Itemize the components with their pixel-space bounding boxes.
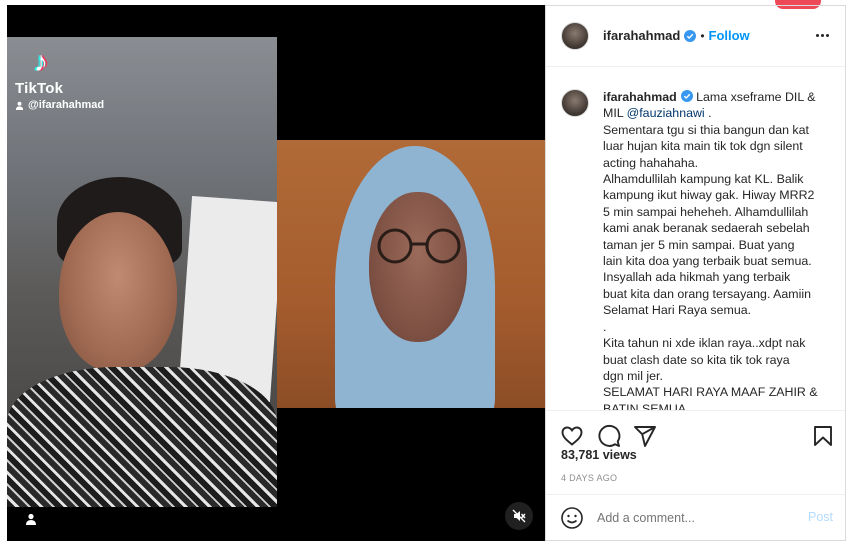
- caption-line: kampung ikut hiway gak. Hiway MRR2: [603, 188, 815, 203]
- comment-bar: Post: [546, 494, 846, 541]
- emoji-icon[interactable]: [560, 506, 584, 530]
- avatar[interactable]: [561, 89, 589, 117]
- video-right-clip: [277, 140, 545, 408]
- post-timestamp[interactable]: 4 DAYS AGO: [561, 473, 617, 483]
- caption-text: ifarahahmad Lama xseframe DIL & MIL @fau…: [603, 89, 821, 410]
- caption-line: lain kita doa yang terbaik buat semua.: [603, 254, 812, 269]
- caption-line: Kita tahun ni xde iklan raya..xdpt nak: [603, 336, 806, 351]
- bookmark-icon[interactable]: [811, 424, 835, 448]
- verified-badge-icon: [684, 29, 697, 42]
- caption-line: .: [704, 106, 712, 121]
- tiktok-username: @ifarahahmad: [28, 99, 105, 111]
- caption-rest: Sementara tgu si thia bangun dan kat luar…: [603, 122, 821, 410]
- person-shirt: [7, 367, 277, 507]
- follow-button[interactable]: Follow: [709, 28, 750, 43]
- person-face: [59, 212, 177, 372]
- comment-icon[interactable]: [597, 424, 621, 448]
- caption-line: MIL: [603, 106, 624, 121]
- tiktok-username-row: @ifarahahmad: [15, 99, 104, 111]
- mute-icon: [512, 509, 526, 523]
- caption-line: taman jer 5 min sampai. Buat yang: [603, 237, 795, 252]
- caption-line: Lama xseframe DIL &: [696, 90, 816, 104]
- person-face: [369, 192, 467, 342]
- caption-line: Selamat Hari Raya semua.: [603, 303, 752, 318]
- caption-line: buat kita dan orang tersayang. Aamiin: [603, 286, 812, 301]
- caption-line: luar hujan kita main tik tok dgn silent: [603, 139, 803, 154]
- glasses: [377, 228, 461, 264]
- person-icon: [15, 101, 24, 110]
- caption-line: BATIN SEMUA: [603, 401, 687, 410]
- post-video[interactable]: ♪ TikTok @ifarahahmad: [7, 5, 545, 541]
- caption-line: SELAMAT HARI RAYA MAAF ZAHIR &: [603, 385, 818, 400]
- tiktok-watermark: TikTok: [15, 80, 64, 97]
- caption-section: ifarahahmad Lama xseframe DIL & MIL @fau…: [546, 67, 846, 410]
- verified-badge-icon: [680, 90, 693, 102]
- post-header: ifarahahmad • Follow: [546, 5, 846, 67]
- view-count[interactable]: 83,781 views: [561, 448, 637, 462]
- caption-line: 5 min sampai heheheh. Alhamdullilah: [603, 204, 809, 219]
- more-icon[interactable]: [816, 27, 832, 43]
- caption-line: Alhamdullilah kampung kat KL. Balik: [603, 172, 804, 187]
- tiktok-icon: ♪: [34, 46, 48, 77]
- caption-line: .: [603, 319, 607, 334]
- share-icon[interactable]: [633, 424, 657, 448]
- comment-input[interactable]: [597, 511, 797, 525]
- caption-line: acting hahahaha.: [603, 155, 699, 170]
- caption-line: Insyallah ada hikmah yang terbaik: [603, 270, 791, 285]
- caption-line: buat clash date so kita tik tok raya: [603, 352, 790, 367]
- mute-button[interactable]: [505, 502, 533, 530]
- caption-line: dgn mil jer.: [603, 368, 663, 383]
- post-side-panel: ifarahahmad • Follow ifarahahmad Lama xs…: [545, 0, 846, 541]
- caption-line: Sementara tgu si thia bangun dan kat: [603, 122, 809, 137]
- caption-username[interactable]: ifarahahmad: [603, 90, 677, 104]
- post-button[interactable]: Post: [808, 510, 833, 524]
- caption-line: kami anak beranak sedaerah sebelah: [603, 221, 810, 236]
- video-left-clip: ♪ TikTok @ifarahahmad: [7, 37, 277, 507]
- tagged-user-icon[interactable]: [25, 513, 37, 525]
- separator-dot: •: [700, 28, 705, 43]
- mention-link[interactable]: @fauziahnawi: [627, 106, 705, 120]
- avatar[interactable]: [561, 21, 589, 50]
- heart-icon[interactable]: [560, 424, 584, 448]
- header-username[interactable]: ifarahahmad: [603, 28, 680, 43]
